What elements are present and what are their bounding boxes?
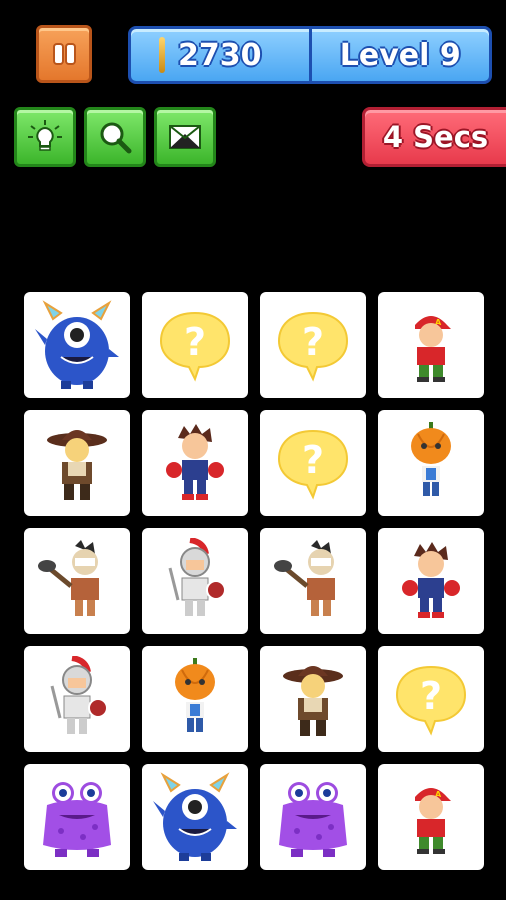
caveman-club-icon <box>271 538 355 624</box>
envelope-button[interactable] <box>154 107 216 167</box>
score-box: 2730 <box>131 29 312 81</box>
level-box: Level 9 <box>312 29 490 81</box>
card-blue-monster[interactable] <box>142 764 248 870</box>
red-cap-boy-icon: A <box>401 777 461 857</box>
card-knight[interactable] <box>142 528 248 634</box>
timer-label: 4 Secs <box>382 120 489 154</box>
card-purple-monster[interactable] <box>24 764 130 870</box>
blue-monster-icon <box>31 299 123 391</box>
card-red-cap-boy[interactable]: A <box>378 292 484 398</box>
boxer-boy-icon <box>160 420 230 506</box>
card-purple-monster[interactable] <box>260 764 366 870</box>
pumpkin-head-icon <box>160 656 230 742</box>
card-pumpkin-head[interactable] <box>378 410 484 516</box>
card-cowboy[interactable] <box>24 410 130 516</box>
lightbulb-icon <box>28 120 62 151</box>
cowboy-icon <box>278 656 348 742</box>
card-pumpkin-head[interactable] <box>142 646 248 752</box>
cowboy-icon <box>42 420 112 506</box>
card-blue-monster[interactable] <box>24 292 130 398</box>
card-caveman-club[interactable] <box>260 528 366 634</box>
card-hidden[interactable]: ? <box>260 292 366 398</box>
envelope-icon <box>169 125 201 149</box>
card-knight[interactable] <box>24 646 130 752</box>
reveal-search-button[interactable] <box>84 107 146 167</box>
svg-text:?: ? <box>184 320 206 364</box>
purple-monster-icon <box>31 771 123 863</box>
card-red-cap-boy[interactable]: A <box>378 764 484 870</box>
magnifier-icon <box>100 122 132 154</box>
blue-monster-icon <box>149 771 241 863</box>
question-bubble-icon: ? <box>155 305 235 385</box>
svg-text:?: ? <box>302 438 324 482</box>
knight-icon <box>42 656 112 742</box>
question-bubble-icon: ? <box>391 659 471 739</box>
card-cowboy[interactable] <box>260 646 366 752</box>
pumpkin-head-icon <box>396 420 466 506</box>
level-label: Level 9 <box>339 37 461 73</box>
pause-icon <box>54 45 74 63</box>
svg-text:?: ? <box>420 674 442 718</box>
card-caveman-club[interactable] <box>24 528 130 634</box>
timer-badge: 4 Secs <box>362 107 506 167</box>
score-value: 2730 <box>178 37 262 73</box>
score-level-panel: 2730 Level 9 <box>128 26 492 84</box>
hint-bulb-button[interactable] <box>14 107 76 167</box>
knight-icon <box>160 538 230 624</box>
card-hidden[interactable]: ? <box>378 646 484 752</box>
card-hidden[interactable]: ? <box>260 410 366 516</box>
card-boxer-boy[interactable] <box>378 528 484 634</box>
boxer-boy-icon <box>396 538 466 624</box>
svg-text:?: ? <box>302 320 324 364</box>
pause-button[interactable] <box>36 25 92 83</box>
red-cap-boy-icon: A <box>401 305 461 385</box>
question-bubble-icon: ? <box>273 305 353 385</box>
purple-monster-icon <box>267 771 359 863</box>
card-boxer-boy[interactable] <box>142 410 248 516</box>
caveman-club-icon <box>35 538 119 624</box>
card-hidden[interactable]: ? <box>142 292 248 398</box>
question-bubble-icon: ? <box>273 423 353 503</box>
score-bar-icon <box>159 37 165 73</box>
